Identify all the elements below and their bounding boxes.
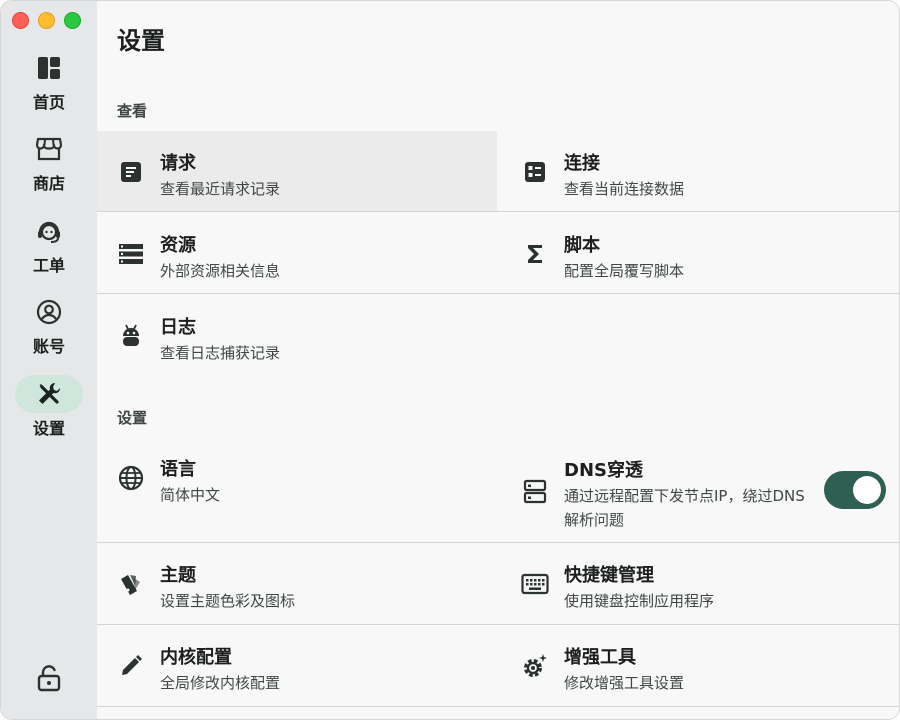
item-title: 语言	[160, 459, 196, 480]
sidebar-item-account[interactable]: 账号	[1, 293, 97, 363]
item-subtitle: 查看最近请求记录	[160, 180, 281, 198]
toggle-knob	[853, 476, 881, 504]
sidebar-item-label: 商店	[32, 174, 65, 193]
sidebar-item-store[interactable]: 商店	[1, 130, 97, 200]
page-title: 设置	[117, 27, 165, 55]
item-subtitle: 配置全局覆写脚本	[564, 262, 685, 280]
request-icon	[121, 162, 141, 182]
item-title: 增强工具	[564, 647, 636, 668]
item-title: 内核配置	[160, 647, 232, 668]
item-subtitle: 设置主题色彩及图标	[160, 592, 296, 610]
lock-icon	[37, 665, 61, 692]
sidebar-item-label: 设置	[32, 419, 65, 438]
item-subtitle: 外部资源相关信息	[160, 262, 281, 280]
dns-icon	[523, 479, 547, 504]
item-subtitle: 通过远程配置下发节点IP，绕过DNS解析问题	[564, 487, 805, 529]
tools-icon	[39, 382, 61, 404]
minimize-window-button[interactable]	[38, 12, 55, 29]
divider	[97, 211, 899, 212]
item-title: 请求	[160, 153, 196, 174]
item-title: 连接	[564, 153, 600, 174]
item-subtitle: 简体中文	[160, 486, 221, 504]
sidebar-item-label: 账号	[32, 337, 65, 356]
item-subtitle: 使用键盘控制应用程序	[564, 592, 715, 610]
dns-toggle[interactable]	[824, 471, 886, 509]
item-title: 资源	[160, 235, 196, 256]
palette-icon	[121, 575, 140, 595]
section-title-view: 查看	[117, 102, 148, 120]
item-subtitle: 全局修改内核配置	[160, 674, 281, 692]
settings-item-scripts[interactable]: 脚本 配置全局覆写脚本	[501, 213, 899, 293]
pencil-icon	[122, 655, 142, 675]
item-subtitle: 查看当前连接数据	[564, 180, 685, 198]
settings-item-logs[interactable]: 日志 查看日志捕获记录	[97, 295, 497, 375]
window-controls	[12, 12, 81, 29]
connection-icon	[525, 162, 545, 182]
item-title: 主题	[160, 565, 196, 586]
settings-item-enhance-tools[interactable]: 增强工具 修改增强工具设置	[501, 625, 899, 705]
settings-item-connections[interactable]: 连接 查看当前连接数据	[501, 131, 899, 211]
divider	[97, 293, 899, 294]
settings-item-core-config[interactable]: 内核配置 全局修改内核配置	[97, 625, 497, 705]
settings-panel: 设置 查看 请求 查看最近请求记录 连接 查看当前连接数据 资源 外部资源相关信…	[97, 1, 899, 719]
lock-button[interactable]	[35, 664, 63, 692]
store-icon	[36, 137, 62, 161]
section-title-settings: 设置	[117, 409, 148, 427]
android-icon	[123, 324, 139, 346]
close-window-button[interactable]	[12, 12, 29, 29]
gear-sparkle-icon	[524, 654, 547, 677]
item-title: DNS穿透	[564, 460, 643, 481]
support-agent-icon	[38, 221, 60, 243]
settings-item-theme[interactable]: 主题 设置主题色彩及图标	[97, 543, 497, 623]
item-subtitle: 查看日志捕获记录	[160, 344, 281, 362]
sidebar-item-label: 工单	[32, 256, 65, 275]
item-subtitle: 修改增强工具设置	[564, 674, 685, 692]
app-window: 首页 商店 工单 账号 设置 设置 查看 请求 查看最近请求记录 连接 查看当前…	[0, 0, 900, 720]
zoom-window-button[interactable]	[64, 12, 81, 29]
keyboard-icon	[521, 573, 549, 595]
item-title: 脚本	[564, 235, 600, 256]
globe-icon	[118, 465, 144, 491]
resource-icon	[119, 244, 143, 264]
dashboard-icon	[38, 57, 60, 79]
sidebar-item-settings[interactable]: 设置	[1, 375, 97, 445]
account-circle-icon	[36, 299, 62, 325]
settings-item-language[interactable]: 语言 简体中文	[97, 437, 497, 517]
sidebar-item-home[interactable]: 首页	[1, 49, 97, 119]
settings-item-shortcuts[interactable]: 快捷键管理 使用键盘控制应用程序	[501, 543, 899, 623]
item-title: 快捷键管理	[564, 565, 654, 586]
sigma-icon	[528, 245, 542, 263]
item-title: 日志	[160, 317, 196, 338]
sidebar-item-tickets[interactable]: 工单	[1, 212, 97, 282]
settings-item-requests[interactable]: 请求 查看最近请求记录	[97, 131, 497, 211]
divider	[97, 706, 899, 707]
sidebar: 首页 商店 工单 账号 设置	[1, 1, 97, 719]
sidebar-item-label: 首页	[32, 93, 65, 112]
settings-item-dns[interactable]: DNS穿透 通过远程配置下发节点IP，绕过DNS解析问题	[497, 446, 899, 542]
settings-item-resources[interactable]: 资源 外部资源相关信息	[97, 213, 497, 293]
